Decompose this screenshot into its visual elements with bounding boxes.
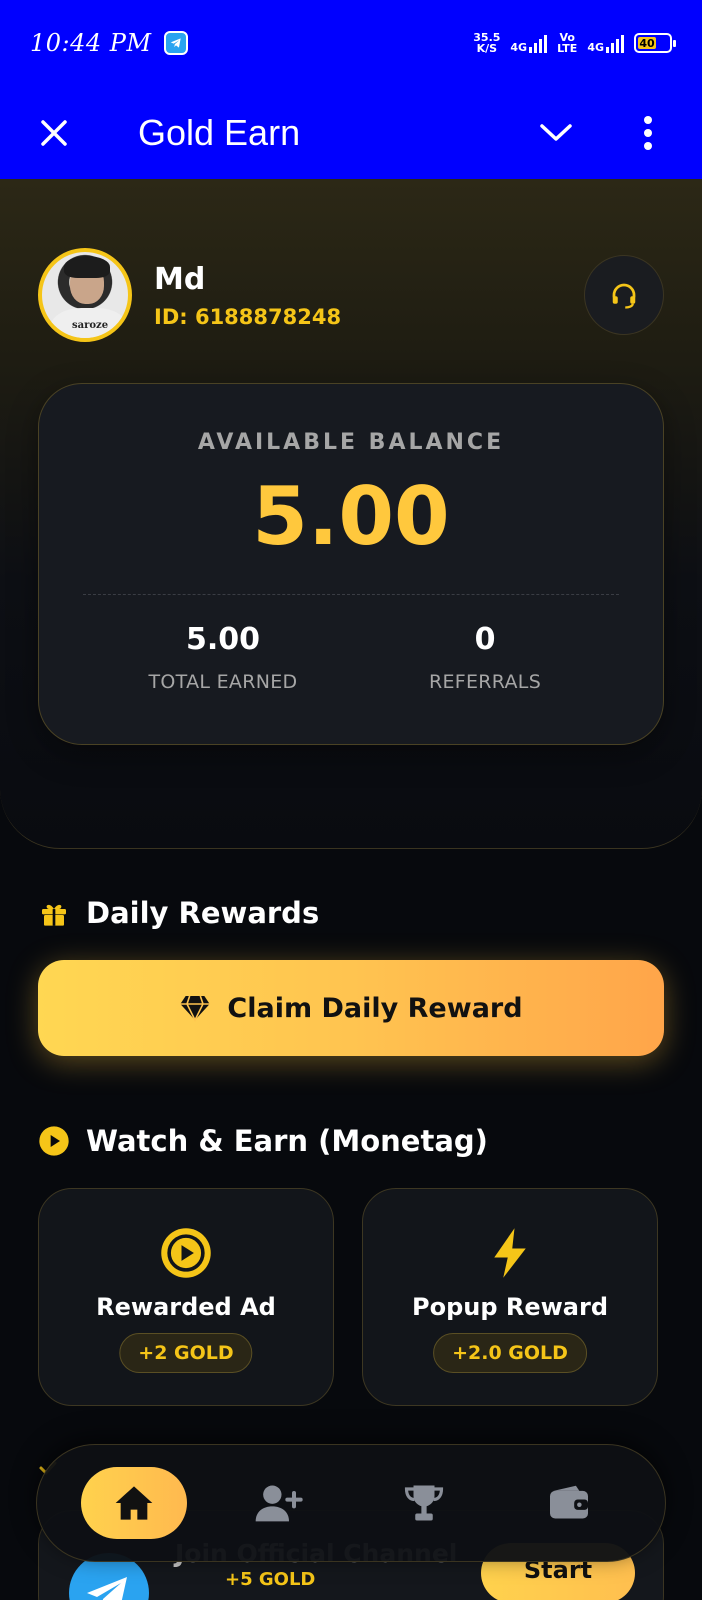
support-button[interactable] (584, 255, 664, 335)
play-circle-icon (39, 1126, 69, 1156)
app-bar: Gold Earn (0, 86, 702, 179)
nav-wallet[interactable] (516, 1467, 622, 1539)
hero-section: saroze Md ID: 6188878248 AVAILABLE BALAN… (0, 179, 702, 849)
balance-label: AVAILABLE BALANCE (197, 430, 505, 455)
watch-earn-heading: Watch & Earn (Monetag) (38, 1124, 488, 1158)
volte-indicator: Vo LTE (557, 32, 577, 54)
total-earned-label: TOTAL EARNED (148, 671, 298, 693)
profile-row: saroze Md ID: 6188878248 (38, 247, 664, 343)
status-bar: 10:44 PM 35.5 K/S 4G Vo LTE 4G 40 (0, 0, 702, 86)
net-speed-unit: K/S (476, 42, 498, 55)
volte-bottom: LTE (557, 42, 578, 55)
collapse-button[interactable] (532, 109, 580, 157)
trophy-icon (404, 1485, 443, 1521)
profile-id: ID: 6188878248 (154, 304, 342, 329)
profile-info: Md ID: 6188878248 (154, 262, 584, 329)
wallet-icon (549, 1485, 588, 1519)
sim1-signal: 4G (510, 33, 548, 54)
avatar-shirt-text: saroze (72, 320, 109, 331)
referrals-value: 0 (474, 622, 496, 657)
watch-earn-title: Watch & Earn (Monetag) (86, 1124, 488, 1158)
net-speed: 35.5 K/S (473, 32, 500, 54)
status-left: 10:44 PM (30, 29, 188, 57)
balance-divider (83, 594, 619, 595)
popup-reward-title: Popup Reward (411, 1293, 609, 1321)
chevron-down-icon (540, 123, 572, 141)
avatar-hair (64, 256, 110, 278)
rewarded-ad-reward: +2 GOLD (119, 1333, 253, 1373)
nav-leaderboard[interactable] (371, 1467, 477, 1539)
telegram-notification-icon (163, 31, 188, 55)
referrals-label: REFERRALS (428, 671, 542, 693)
headset-icon (612, 283, 636, 309)
claim-daily-reward-button[interactable]: Claim Daily Reward (38, 960, 664, 1056)
sim1-label: 4G (510, 41, 528, 54)
battery-level: 40 (638, 36, 656, 50)
signal-bars-icon (606, 33, 624, 53)
nav-referrals[interactable] (226, 1467, 332, 1539)
daily-rewards-heading: Daily Rewards (38, 896, 319, 930)
balance-value: 5.00 (252, 470, 450, 563)
daily-rewards-title: Daily Rewards (86, 896, 320, 930)
total-earned-stat: 5.00 TOTAL EARNED (73, 622, 373, 693)
rewarded-ad-title: Rewarded Ad (96, 1293, 276, 1321)
more-options-button[interactable] (624, 109, 672, 157)
app-title: Gold Earn (138, 111, 301, 153)
task-reward: +5 GOLD (225, 1569, 316, 1590)
popup-reward-card[interactable]: Popup Reward +2.0 GOLD (362, 1188, 658, 1406)
add-user-icon (255, 1485, 303, 1522)
diamond-icon (180, 995, 211, 1022)
sim2-signal: 4G (587, 33, 624, 53)
signal-bars-icon (529, 33, 548, 53)
sim2-label: 4G (587, 41, 604, 54)
home-icon (115, 1486, 152, 1520)
nav-home[interactable] (80, 1467, 187, 1539)
status-right: 35.5 K/S 4G Vo LTE 4G 40 (473, 32, 676, 54)
profile-name: Md (154, 261, 206, 297)
lightning-icon (482, 1225, 538, 1281)
rewarded-ad-card[interactable]: Rewarded Ad +2 GOLD (38, 1188, 334, 1406)
bottom-nav (36, 1444, 666, 1562)
close-icon (41, 119, 67, 146)
play-circle-icon (158, 1225, 214, 1281)
battery-icon: 40 (634, 33, 676, 53)
balance-card: AVAILABLE BALANCE 5.00 5.00 TOTAL EARNED… (38, 383, 664, 745)
claim-daily-reward-label: Claim Daily Reward (227, 992, 523, 1024)
referrals-stat: 0 REFERRALS (335, 622, 635, 693)
popup-reward-reward: +2.0 GOLD (433, 1333, 587, 1373)
status-time: 10:44 PM (30, 29, 152, 57)
avatar: saroze (38, 248, 132, 342)
close-button[interactable] (30, 109, 78, 157)
more-vertical-icon (644, 115, 652, 150)
total-earned-value: 5.00 (185, 622, 261, 657)
gift-icon (42, 904, 66, 926)
